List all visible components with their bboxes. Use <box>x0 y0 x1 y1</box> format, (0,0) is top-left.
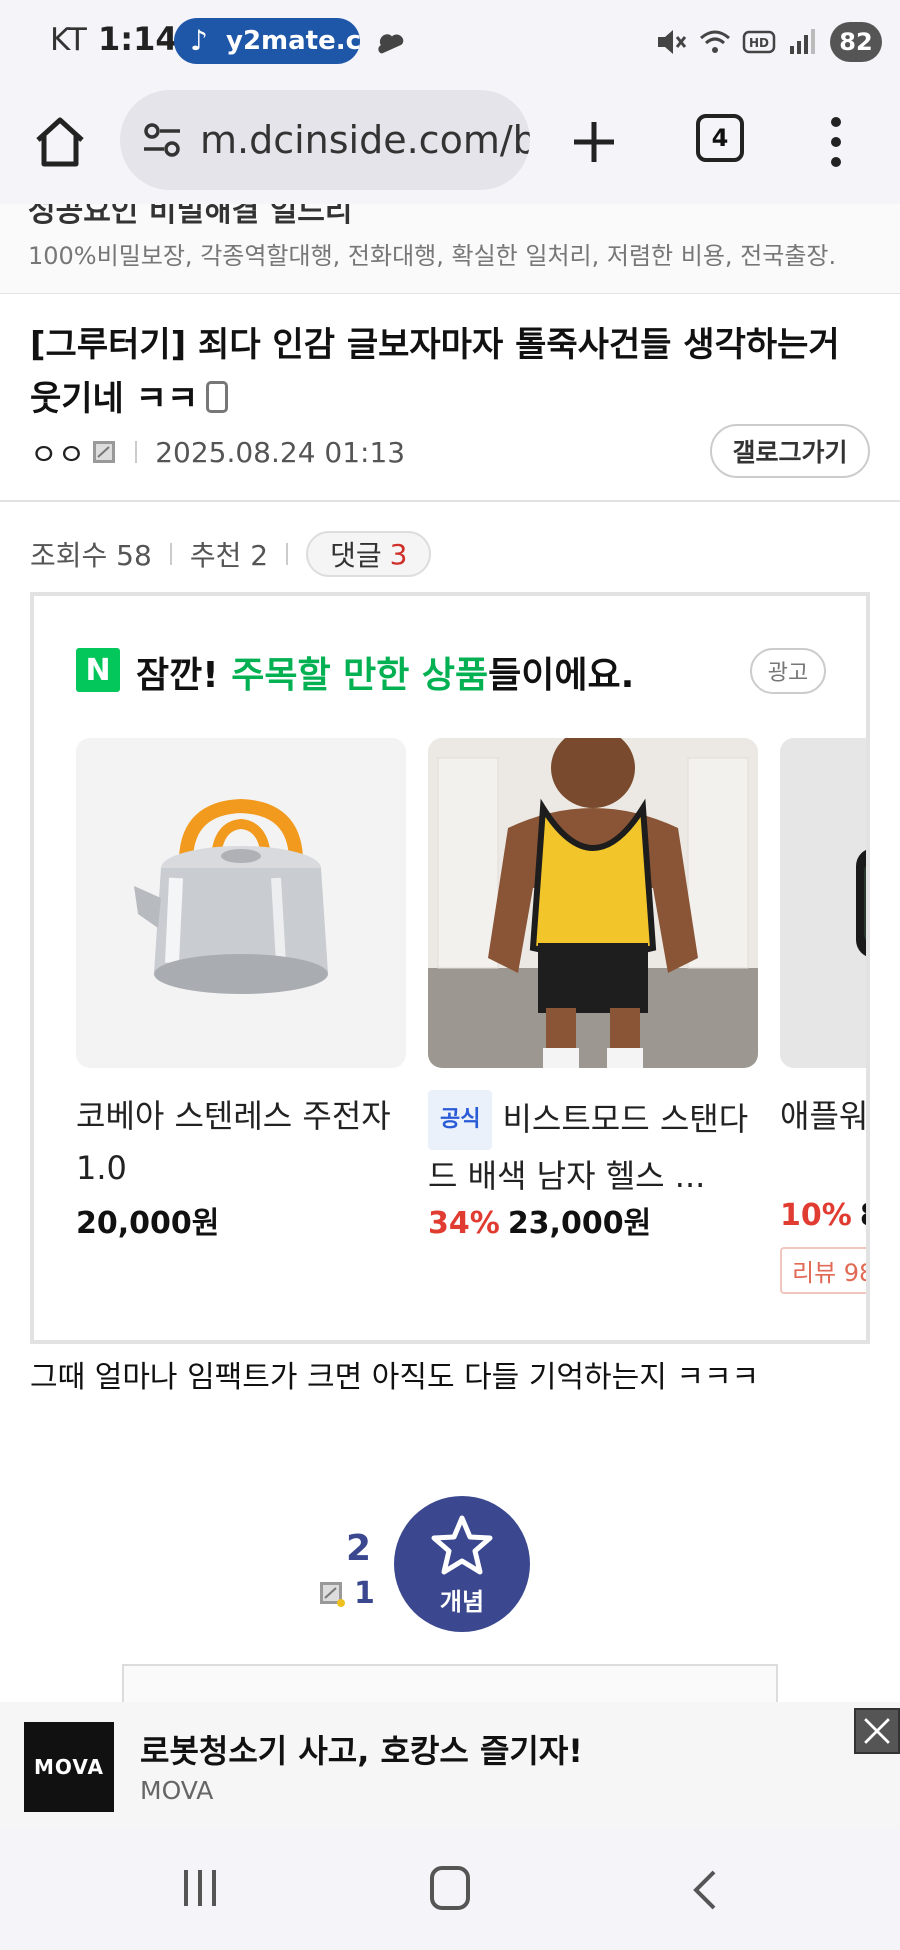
smartwatch-image <box>780 738 866 1068</box>
comment-button[interactable]: 댓글 3 <box>306 531 432 577</box>
product-card[interactable]: 코베아 스텐레스 주전자 1.0 20,000원 <box>76 738 406 1242</box>
new-tab-icon[interactable] <box>568 116 620 168</box>
view-count: 조회수 58 <box>30 539 152 572</box>
home-icon[interactable] <box>32 114 88 170</box>
system-nav-bar <box>0 1828 900 1950</box>
gym-tank-image <box>428 738 758 1068</box>
comment-count: 3 <box>389 537 408 571</box>
post-meta: ㅇㅇ 2025.08.24 01:13 <box>30 428 405 476</box>
product-image[interactable] <box>428 738 758 1068</box>
hd-voice-icon: HD <box>742 30 776 54</box>
mova-logo: MOVA <box>24 1722 114 1812</box>
shopping-ad-heading: 잠깐! 주목할 만한 상품들이에요. <box>136 646 634 698</box>
fixed-recommend: 1 <box>318 1576 375 1611</box>
divider <box>0 500 900 502</box>
product-price-value: 8 <box>860 1198 866 1233</box>
mute-icon <box>658 30 687 54</box>
text-ad-strip[interactable]: 성공요인 비밀해결 일드리 100%비밀보장, 각종역할대행, 전화대행, 확실… <box>0 204 900 294</box>
fixed-recommend-count: 1 <box>354 1576 375 1611</box>
gallog-button[interactable]: 갤로그가기 <box>710 424 870 478</box>
post-stats: 조회수 58 추천 2 댓글 3 <box>30 530 432 578</box>
signal-icon <box>790 29 815 54</box>
ad-badge[interactable]: 광고 <box>750 648 826 694</box>
product-price-value: 20,000원 <box>76 1206 220 1241</box>
recommend-count: 추천 2 <box>189 539 269 572</box>
product-name: 애플워치 - 울트라 <box>780 1097 869 1135</box>
bottom-banner-ad[interactable]: MOVA 로봇청소기 사고, 호캉스 즐기자! MOVA <box>0 1702 900 1828</box>
site-settings-icon[interactable] <box>140 122 184 158</box>
status-bar: KT 1:14 ♪ y2mate.c HD 82 <box>0 0 900 84</box>
music-note-icon: ♪ <box>190 24 208 57</box>
naver-logo-icon: N <box>76 648 120 692</box>
divider <box>135 441 138 463</box>
media-notification-pill[interactable]: ♪ y2mate.c <box>174 18 360 64</box>
back-icon[interactable] <box>690 1868 718 1912</box>
svg-text:HD: HD <box>749 36 769 50</box>
close-icon[interactable] <box>854 1708 900 1754</box>
product-card[interactable]: 공식 비스트모드 스탠다드 배색 남자 헬스 ... 34% 23,000원 <box>428 738 758 1242</box>
kettle-image <box>76 738 406 1068</box>
product-discount: 34% <box>428 1206 500 1241</box>
text-ad-description: 100%비밀보장, 각종역할대행, 전화대행, 확실한 일처리, 저렴한 비용,… <box>28 242 837 270</box>
product-price: 10%8 <box>780 1198 866 1233</box>
product-name: 공식 비스트모드 스탠다드 배색 남자 헬스 ... <box>428 1090 758 1194</box>
post-body: 그때 얼마나 임팩트가 크면 아직도 다들 기억하는지 ㅋㅋㅋ <box>30 1360 760 1395</box>
star-icon <box>431 1515 493 1575</box>
heading-prefix: 잠깐! <box>136 655 232 696</box>
cloud-icon <box>378 34 404 54</box>
recommend-button[interactable]: 개념 <box>394 1496 530 1632</box>
product-name: 코베아 스텐레스 주전자 1.0 <box>76 1097 391 1187</box>
url-text: m.dcinside.com/b <box>200 118 530 162</box>
more-menu-icon[interactable] <box>826 112 846 172</box>
heading-suffix: 들이에요. <box>488 655 635 696</box>
browser-toolbar: m.dcinside.com/b 4 <box>0 84 900 204</box>
fixed-nick-icon <box>320 1581 345 1607</box>
post-date: 2025.08.24 01:13 <box>155 435 406 469</box>
divider <box>169 543 172 565</box>
post-title: [그루터기] 죄다 인감 글보자마자 톨죽사건들 생각하는거 웃기네 ㅋㅋ <box>30 318 870 426</box>
text-ad-title: 성공요인 비밀해결 일드리 <box>28 204 353 229</box>
product-card[interactable]: 애플워치 - 울트라 10%8 리뷰 98 <box>780 738 869 1294</box>
product-discount: 10% <box>780 1198 852 1233</box>
product-image[interactable] <box>76 738 406 1068</box>
product-price-value: 23,000원 <box>507 1206 652 1241</box>
status-icons: HD 82 <box>654 18 882 66</box>
divider <box>286 543 289 565</box>
tab-switcher-button[interactable]: 4 <box>696 114 744 162</box>
mobile-icon <box>206 381 229 413</box>
heading-highlight: 주목할 만한 상품 <box>231 655 489 696</box>
review-badge: 리뷰 98 <box>780 1247 866 1294</box>
author-name[interactable]: ㅇㅇ <box>30 430 85 474</box>
recommend-total: 2 <box>346 1528 372 1569</box>
recommend-label: 개념 <box>439 1588 485 1616</box>
gallog-icon <box>93 441 116 463</box>
bottom-ad-title: 로봇청소기 사고, 호캉스 즐기자! <box>140 1732 583 1770</box>
post-title-text: [그루터기] 죄다 인감 글보자마자 톨죽사건들 생각하는거 웃기네 ㅋㅋ <box>30 325 840 419</box>
product-image[interactable] <box>780 738 866 1068</box>
comment-label: 댓글 <box>330 539 382 572</box>
home-nav-icon[interactable] <box>430 1866 470 1910</box>
wifi-icon <box>700 30 730 53</box>
address-bar[interactable]: m.dcinside.com/b <box>120 90 530 190</box>
bottom-ad-brand: MOVA <box>140 1776 214 1805</box>
clock: 1:14 <box>98 20 178 58</box>
official-badge: 공식 <box>428 1090 493 1150</box>
shopping-ad-box: N 잠깐! 주목할 만한 상품들이에요. 광고 코베아 스텐레스 주전자 1.0… <box>30 592 870 1344</box>
battery-indicator: 82 <box>830 22 882 62</box>
carrier-label: KT <box>50 22 87 58</box>
product-price: 20,000원 <box>76 1198 406 1242</box>
product-price: 34% 23,000원 <box>428 1198 758 1242</box>
recent-apps-icon[interactable] <box>180 1868 220 1908</box>
media-app-label: y2mate.c <box>226 26 360 56</box>
